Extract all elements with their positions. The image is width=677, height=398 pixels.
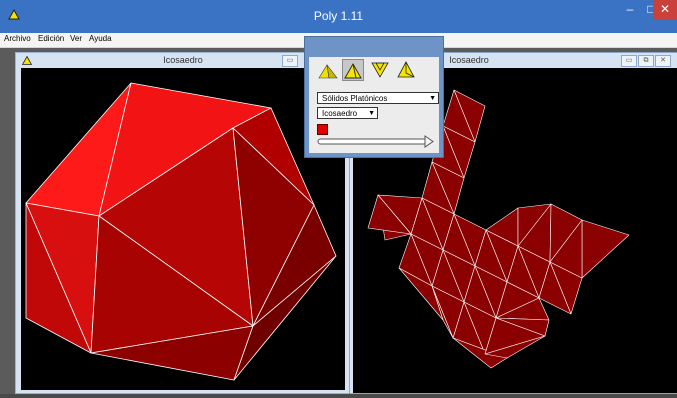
right-window-close-button[interactable]: ✕ — [655, 55, 671, 67]
solid-view-icon — [318, 64, 338, 79]
vertex-button[interactable] — [395, 59, 417, 81]
solid-select[interactable]: Icosaedro ▼ — [317, 107, 378, 119]
family-select[interactable]: Sólidos Platónicos ▼ — [317, 92, 439, 104]
right-window-restore-button[interactable]: ⧉ — [638, 55, 654, 67]
control-panel-body: Sólidos Platónicos ▼ Icosaedro ▼ — [309, 57, 439, 153]
chevron-down-icon: ▼ — [368, 110, 375, 117]
title-bar: Poly 1.11 – □ ✕ — [0, 0, 677, 33]
menu-ver[interactable]: Ver — [70, 34, 82, 43]
unfold-button[interactable] — [369, 59, 391, 81]
color-swatch[interactable] — [317, 124, 328, 135]
solid-outline-icon — [344, 63, 362, 79]
close-button[interactable]: ✕ — [653, 0, 677, 20]
window-title: Poly 1.11 — [313, 9, 364, 23]
opacity-slider[interactable] — [317, 135, 439, 149]
right-window-minimize-button[interactable]: ▭ — [621, 55, 637, 67]
left-child-window: Icosaedro ▭ — [15, 52, 351, 394]
menu-ayuda[interactable]: Ayuda — [89, 34, 112, 43]
solid-view-button[interactable] — [317, 59, 339, 81]
menu-edicion[interactable]: Edición — [38, 34, 64, 43]
chevron-down-icon: ▼ — [429, 95, 436, 102]
solid-outline-button[interactable] — [342, 59, 364, 81]
unfold-icon — [371, 62, 389, 78]
left-3d-viewport[interactable] — [21, 68, 345, 390]
menu-archivo[interactable]: Archivo — [4, 34, 31, 43]
control-panel[interactable]: Sólidos Platónicos ▼ Icosaedro ▼ — [304, 36, 444, 158]
family-select-value: Sólidos Platónicos — [322, 94, 388, 103]
solid-select-value: Icosaedro — [322, 109, 358, 118]
icosahedron-3d-render — [25, 82, 337, 381]
vertex-icon — [397, 61, 415, 78]
